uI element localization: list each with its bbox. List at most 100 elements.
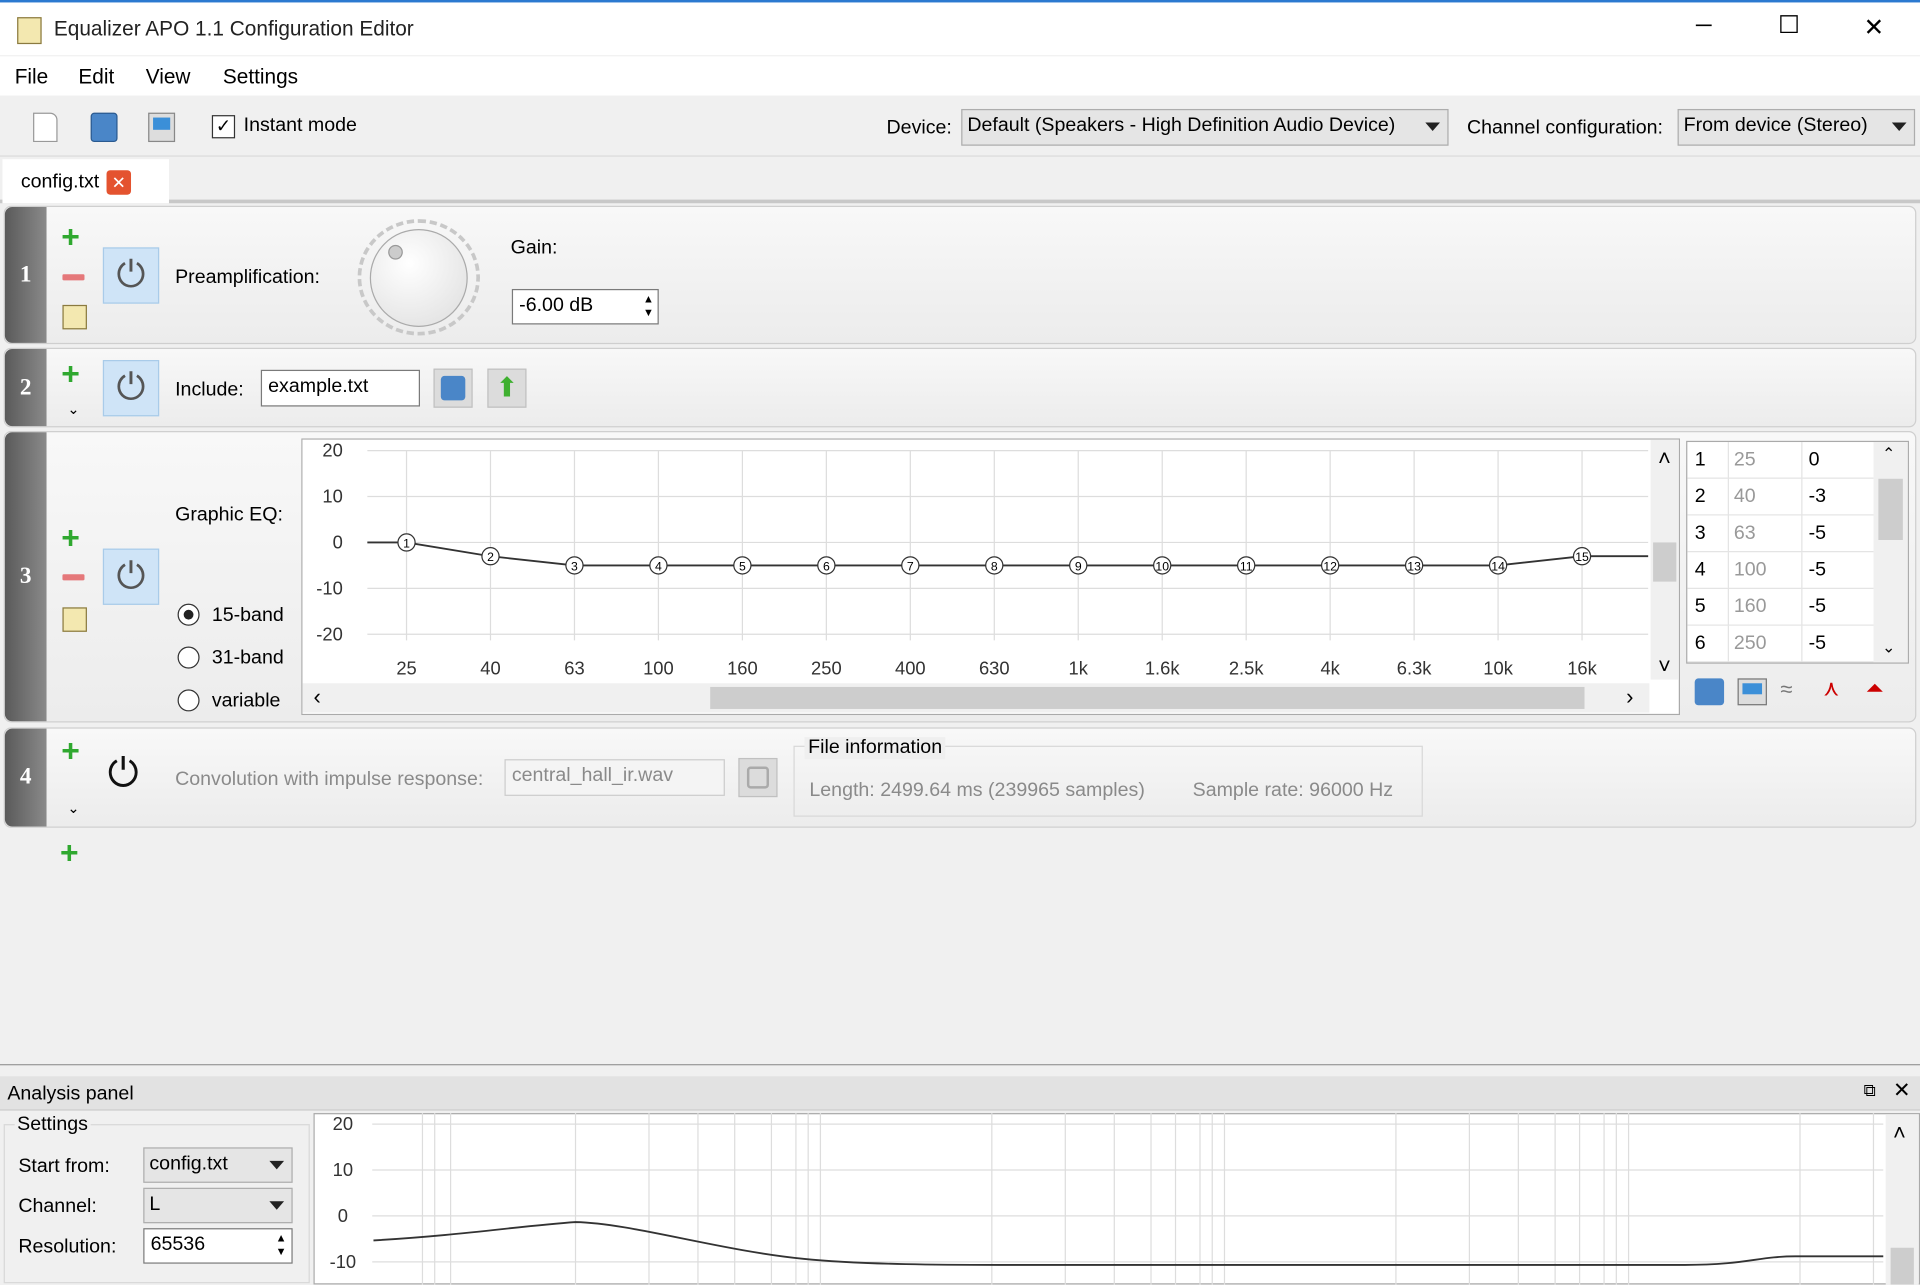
instant-mode-checkbox[interactable]: ✓ xyxy=(212,115,235,138)
impulse-file-value: central_hall_ir.wav xyxy=(512,765,673,786)
app-icon xyxy=(17,17,41,44)
band-frequency[interactable]: 100 xyxy=(1728,552,1801,589)
gain-knob[interactable] xyxy=(358,219,480,335)
remove-icon[interactable] xyxy=(62,274,84,280)
menu-bar: File Edit View Settings xyxy=(0,56,1920,95)
import-eq-icon[interactable] xyxy=(1738,678,1767,705)
add-icon[interactable]: + xyxy=(61,361,80,385)
vertical-scroll-thumb[interactable] xyxy=(1891,1248,1914,1285)
power-toggle[interactable]: ⏻ xyxy=(108,751,139,798)
channel-config-select[interactable]: From device (Stereo) xyxy=(1678,109,1916,146)
open-file-icon[interactable] xyxy=(738,758,777,797)
minimize-button[interactable]: ─ xyxy=(1696,12,1712,38)
table-row[interactable]: 4100-5 xyxy=(1687,552,1873,589)
device-select[interactable]: Default (Speakers - High Definition Audi… xyxy=(961,109,1448,146)
scroll-down-icon[interactable]: ˅ xyxy=(1658,653,1671,678)
band-gain[interactable]: 0 xyxy=(1801,442,1819,479)
eq-table[interactable]: 1250240-3363-54100-55160-56250-5 ⌃⌄ xyxy=(1686,441,1909,664)
table-row[interactable]: 240-3 xyxy=(1687,479,1873,516)
reset-response-icon[interactable]: ⏶ xyxy=(1866,676,1884,702)
graph-frame xyxy=(314,1114,1919,1284)
spin-arrows-icon[interactable]: ▲▼ xyxy=(276,1232,287,1259)
menu-edit[interactable]: Edit xyxy=(78,65,114,89)
band-frequency[interactable]: 63 xyxy=(1728,516,1801,553)
close-panel-icon[interactable]: ✕ xyxy=(1893,1079,1910,1103)
eq-point-label: 7 xyxy=(907,559,914,573)
float-panel-icon[interactable]: ⧉ xyxy=(1864,1080,1876,1101)
table-row[interactable]: 6250-5 xyxy=(1687,626,1873,663)
impulse-file-input[interactable]: central_hall_ir.wav xyxy=(504,759,724,796)
save-icon[interactable] xyxy=(91,113,118,142)
save-as-icon[interactable] xyxy=(148,113,175,142)
open-file-icon[interactable] xyxy=(433,369,472,408)
menu-file[interactable]: File xyxy=(15,65,49,89)
band-gain[interactable]: -3 xyxy=(1801,479,1826,516)
include-file-input[interactable]: example.txt xyxy=(261,370,420,407)
radio-variable[interactable] xyxy=(178,689,200,711)
graphic-eq-label: Graphic EQ: xyxy=(175,504,283,526)
main-area-border xyxy=(0,1064,1920,1065)
spin-arrows-icon[interactable]: ▲▼ xyxy=(643,293,654,320)
add-icon[interactable]: + xyxy=(61,525,80,549)
add-icon[interactable]: + xyxy=(61,738,80,762)
x-tick-label: 10k xyxy=(1483,658,1513,679)
add-filter-icon[interactable]: + xyxy=(60,840,79,864)
power-toggle[interactable]: ⏻ xyxy=(103,360,159,416)
start-from-select[interactable]: config.txt xyxy=(143,1147,292,1183)
channel-select[interactable]: L xyxy=(143,1188,292,1224)
analysis-graph[interactable]: 20100-10˄ xyxy=(313,1113,1920,1284)
band-frequency[interactable]: 40 xyxy=(1728,479,1801,516)
table-scrollbar[interactable]: ⌃⌄ xyxy=(1873,442,1907,662)
band-gain[interactable]: -5 xyxy=(1801,516,1826,553)
expand-icon[interactable]: ⌄ xyxy=(67,800,79,817)
band-gain[interactable]: -5 xyxy=(1801,626,1826,663)
resolution-label: Resolution: xyxy=(18,1237,116,1259)
resolution-spinbox[interactable]: 65536▲▼ xyxy=(143,1228,292,1264)
scroll-left-icon[interactable]: ‹ xyxy=(313,684,320,709)
eq-point-label: 10 xyxy=(1155,559,1169,573)
scroll-right-icon[interactable]: › xyxy=(1626,684,1633,709)
analysis-panel-header: Analysis panel ⧉ ✕ xyxy=(0,1076,1920,1110)
tab-bar: config.txt✕ xyxy=(0,157,1920,204)
menu-settings[interactable]: Settings xyxy=(223,65,298,89)
band-gain[interactable]: -5 xyxy=(1801,589,1826,626)
device-label: Device: xyxy=(887,118,952,140)
edit-icon[interactable] xyxy=(62,607,86,631)
radio-15-band[interactable] xyxy=(178,604,200,626)
tab-config-txt[interactable]: config.txt✕ xyxy=(2,159,169,203)
table-row[interactable]: 363-5 xyxy=(1687,516,1873,553)
radio-31-band[interactable] xyxy=(178,647,200,669)
new-file-icon[interactable] xyxy=(33,113,57,142)
table-row[interactable]: 1250 xyxy=(1687,442,1873,479)
power-toggle[interactable]: ⏻ xyxy=(103,549,159,605)
band-frequency[interactable]: 25 xyxy=(1728,442,1801,479)
save-eq-icon[interactable] xyxy=(1695,678,1724,705)
table-row[interactable]: 5160-5 xyxy=(1687,589,1873,626)
vertical-scroll-thumb[interactable] xyxy=(1653,542,1676,581)
preamp-label: Preamplification: xyxy=(175,267,320,289)
eq-graph[interactable]: 20100-10-202540631001602504006301k1.6k2.… xyxy=(301,438,1680,715)
x-tick-label: 160 xyxy=(727,658,758,679)
y-tick-label: 20 xyxy=(333,1113,353,1134)
scroll-up-icon[interactable]: ˄ xyxy=(1893,1120,1906,1145)
add-icon[interactable]: + xyxy=(61,224,80,248)
x-tick-label: 630 xyxy=(979,658,1010,679)
horizontal-scroll-thumb[interactable] xyxy=(710,687,1584,709)
expand-icon[interactable]: ⌄ xyxy=(67,400,79,417)
close-tab-icon[interactable]: ✕ xyxy=(107,170,131,194)
chevron-down-icon xyxy=(1425,122,1440,131)
normalize-response-icon[interactable]: ⋏ xyxy=(1823,676,1839,702)
band-frequency[interactable]: 160 xyxy=(1728,589,1801,626)
close-button[interactable]: ✕ xyxy=(1864,12,1885,43)
maximize-button[interactable]: ☐ xyxy=(1778,10,1800,41)
remove-icon[interactable] xyxy=(62,574,84,580)
gain-spinbox[interactable]: -6.00 dB▲▼ xyxy=(512,289,659,325)
band-frequency[interactable]: 250 xyxy=(1728,626,1801,663)
edit-icon[interactable] xyxy=(62,305,86,329)
band-gain[interactable]: -5 xyxy=(1801,552,1826,589)
power-toggle[interactable]: ⏻ xyxy=(103,247,159,303)
open-include-arrow-icon[interactable]: ⬆ xyxy=(487,369,526,408)
menu-view[interactable]: View xyxy=(146,65,191,89)
scroll-up-icon[interactable]: ˄ xyxy=(1658,445,1671,470)
invert-response-icon[interactable]: ≈ xyxy=(1780,677,1792,703)
